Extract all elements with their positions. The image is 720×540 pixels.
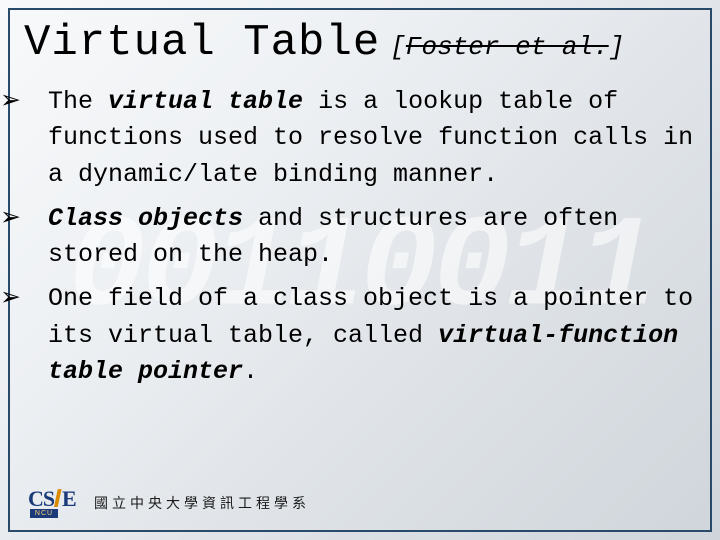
bullet-item: ➢One field of a class object is a pointe… xyxy=(24,279,696,390)
cite-struck: Foster et al. xyxy=(406,32,609,62)
bullet-list: ➢The virtual table is a lookup table of … xyxy=(24,82,696,390)
csie-logo-icon: CS I E NCU xyxy=(28,486,82,520)
cite-open: [ xyxy=(390,32,406,62)
bullet-arrow-icon: ➢ xyxy=(24,82,48,118)
slide-title: Virtual Table xyxy=(24,18,380,68)
footer: CS I E NCU 國立中央大學資訊工程學系 xyxy=(28,486,310,520)
logo-e: E xyxy=(62,486,77,512)
bullet-bold: virtual table xyxy=(108,87,303,116)
bullet-arrow-icon: ➢ xyxy=(24,199,48,235)
slide-content: Virtual Table [Foster et al.] ➢The virtu… xyxy=(24,18,696,396)
title-row: Virtual Table [Foster et al.] xyxy=(24,18,696,68)
footer-text: 國立中央大學資訊工程學系 xyxy=(94,493,310,513)
slide: 00110011 Virtual Table [Foster et al.] ➢… xyxy=(0,0,720,540)
bullet-post: . xyxy=(243,357,258,386)
bullet-item: ➢The virtual table is a lookup table of … xyxy=(24,82,696,193)
bullet-arrow-icon: ➢ xyxy=(24,279,48,315)
bullet-bold: Class objects xyxy=(48,204,243,233)
logo-ncu: NCU xyxy=(30,509,58,518)
bullet-item: ➢Class objects and structures are often … xyxy=(24,199,696,274)
cite-close: ] xyxy=(609,32,625,62)
bullet-pre: The xyxy=(48,87,108,116)
citation: [Foster et al.] xyxy=(390,32,624,62)
